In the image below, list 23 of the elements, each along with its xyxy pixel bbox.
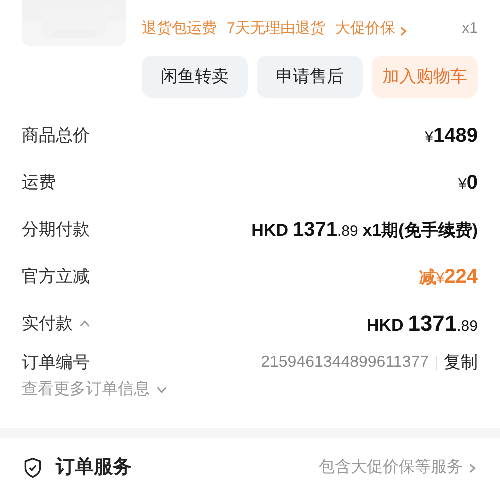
amount: ¥1489 <box>425 124 478 148</box>
row-label: 官方立减 <box>22 266 90 288</box>
quantity: x1 <box>462 18 478 38</box>
chevron-right-icon <box>467 462 478 474</box>
amount: ¥0 <box>458 170 478 196</box>
amount: HKD 1371.89 <box>366 310 478 338</box>
service-tag: 大促价保 <box>335 18 396 40</box>
chevron-right-icon <box>398 26 410 37</box>
section-title: 订单服务 <box>56 456 132 480</box>
amount: HKD 1371.89 x1期(免手续费) <box>252 218 478 242</box>
order-number: 2159461344899611377 <box>261 353 429 373</box>
service-tag: 退货包运费 <box>142 18 217 40</box>
row-label: 订单编号 <box>22 352 90 374</box>
amount: 减¥224 <box>419 264 478 290</box>
row-label: 商品总价 <box>22 124 90 147</box>
action-button[interactable]: 申请售后 <box>257 56 363 98</box>
copy-button[interactable]: 复制 <box>444 350 478 376</box>
row-label: 实付款 <box>22 312 73 335</box>
action-button[interactable]: 闲鱼转卖 <box>142 56 248 98</box>
service-tag: 7天无理由退货 <box>227 18 326 40</box>
row-label: 分期付款 <box>22 218 90 241</box>
shield-check-icon <box>22 457 44 479</box>
row-label: 运费 <box>22 172 56 194</box>
